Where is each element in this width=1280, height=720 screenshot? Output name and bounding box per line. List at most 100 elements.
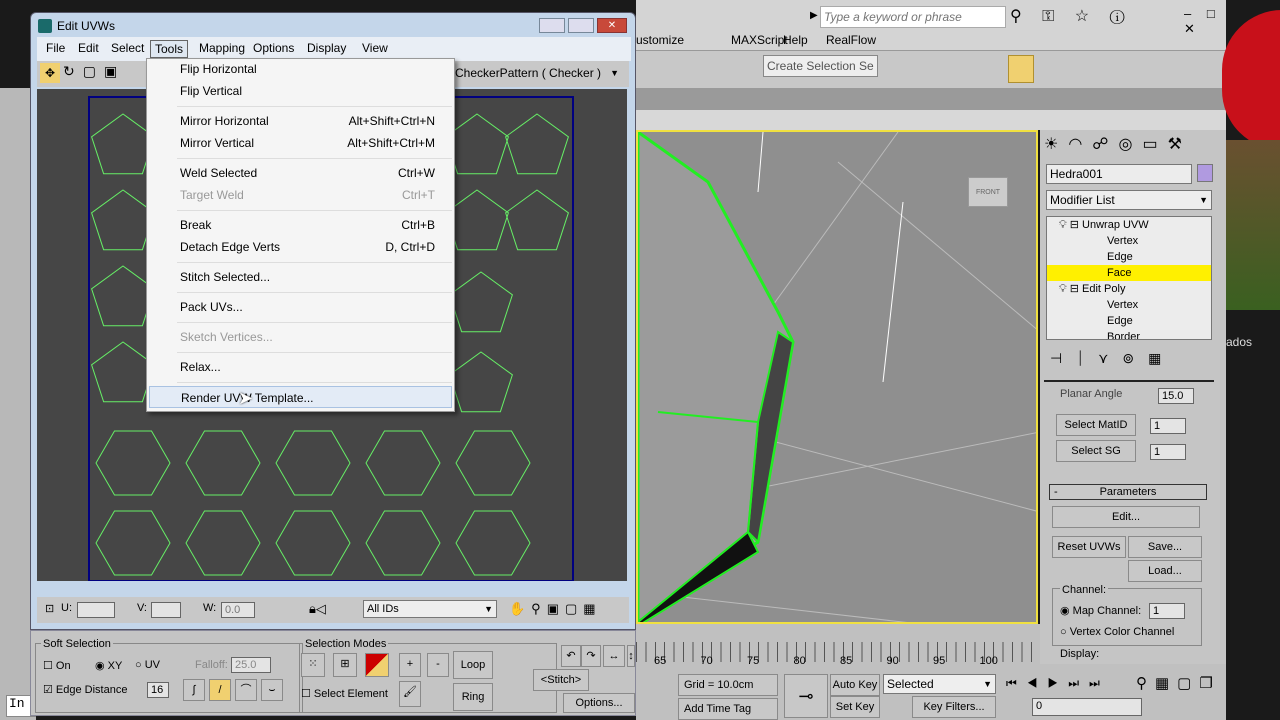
uv-menu-view[interactable]: View	[358, 40, 392, 56]
key-filters-button[interactable]: Key Filters...	[912, 696, 996, 718]
stack-item[interactable]: 💡︎ ⊟ Edit Poly	[1047, 281, 1211, 297]
falloff-field[interactable]: 25.0	[231, 657, 271, 673]
vertex-color-channel-radio[interactable]: ○ Vertex Color Channel	[1060, 626, 1174, 638]
tools-menu-item[interactable]: Flip Vertical	[147, 80, 454, 102]
stack-item[interactable]: 💡︎ ⊟ Unwrap UVW	[1047, 217, 1211, 233]
planar-angle-field[interactable]: 15.0	[1158, 388, 1194, 404]
playback-controls[interactable]: ⏮◀▶⏭⏭	[1006, 676, 1110, 691]
perspective-viewport[interactable]: FRONT	[636, 130, 1038, 624]
lock-icon[interactable]: 🔒︎◁	[309, 601, 326, 617]
uv-menu-select[interactable]: Select	[107, 40, 148, 56]
uv-menu-options[interactable]: Options	[249, 40, 298, 56]
uv-menu-edit[interactable]: Edit	[74, 40, 103, 56]
time-ruler[interactable]	[636, 642, 1036, 662]
lightbulb-icon[interactable]: 💡︎ ⊟	[1059, 283, 1082, 295]
uv-menu-file[interactable]: File	[42, 40, 69, 56]
stitch-button[interactable]: <Stitch>	[533, 669, 589, 691]
parameters-rollout-header[interactable]: - Parameters	[1049, 484, 1207, 500]
set-key-button[interactable]: Set Key	[830, 696, 880, 718]
tools-menu-item[interactable]: Weld Selected Ctrl+W	[147, 162, 454, 184]
v-field[interactable]	[151, 602, 181, 618]
tools-menu-item[interactable]: Flip Horizontal	[147, 58, 454, 80]
select-matid-button[interactable]: Select MatID	[1056, 414, 1136, 436]
viewcube[interactable]: FRONT	[968, 177, 1008, 207]
auto-key-button[interactable]: Auto Key	[830, 674, 880, 696]
xy-radio[interactable]: ◉ XY	[95, 659, 122, 672]
toolbar-icons[interactable]: ⚲ ⚿ ☆ ⓘ	[1010, 6, 1133, 26]
tools-menu-item[interactable]: Mirror Vertical Alt+Shift+Ctrl+M	[147, 132, 454, 154]
modifier-list-dropdown[interactable]: Modifier List ▼	[1046, 190, 1212, 210]
minimize-button[interactable]	[539, 18, 565, 33]
tools-menu-item[interactable]: Target Weld Ctrl+T	[147, 184, 454, 206]
options-button[interactable]: Options...	[563, 693, 635, 713]
select-element-checkbox[interactable]: ☐ Select Element	[301, 687, 388, 700]
uv-radio[interactable]: ○ UV	[135, 659, 160, 671]
grow-selection-button[interactable]: +	[399, 653, 421, 677]
rotate-cw-icon[interactable]: ↷	[581, 645, 601, 667]
selection-set-dropdown[interactable]: Create Selection Se	[763, 55, 878, 77]
stack-item[interactable]: Vertex	[1047, 297, 1211, 313]
modifier-stack[interactable]: 💡︎ ⊟ Unwrap UVW Vertex Edge Face 💡︎ ⊟ Edit P…	[1046, 216, 1212, 340]
save-button[interactable]: Save...	[1128, 536, 1202, 558]
command-panel-tabs[interactable]: ☀◠☍◎▭⚒	[1044, 134, 1192, 154]
sg-field[interactable]: 1	[1150, 444, 1186, 460]
close-button[interactable]: ✕	[597, 18, 627, 33]
window-controls[interactable]: – □ ✕	[1184, 6, 1226, 37]
falloff-linear-button[interactable]: /	[209, 679, 231, 701]
tools-menu-item[interactable]: Stitch Selected...	[147, 266, 454, 288]
select-sg-button[interactable]: Select SG	[1056, 440, 1136, 462]
ring-button[interactable]: Ring	[453, 683, 493, 711]
soft-selection-on-checkbox[interactable]: ☐ On	[43, 659, 71, 672]
tools-menu-item[interactable]: Break Ctrl+B	[147, 214, 454, 236]
absolute-mode-icon[interactable]: ⊡	[45, 602, 54, 615]
lightbulb-icon[interactable]: 💡︎ ⊟	[1059, 219, 1082, 231]
w-field[interactable]: 0.0	[221, 602, 255, 618]
vertical-align-icon[interactable]: ↕	[627, 645, 635, 667]
tools-menu-item[interactable]: Pack UVs...	[147, 296, 454, 318]
uv-menu-tools[interactable]: Tools	[150, 40, 189, 58]
key-icon[interactable]: ⊸	[784, 674, 828, 718]
tools-menu-item[interactable]: Detach Edge Verts D, Ctrl+D	[147, 236, 454, 258]
transform-icons[interactable]: ↻▢▣	[63, 63, 125, 80]
maximize-button[interactable]	[568, 18, 594, 33]
stack-item[interactable]: Edge	[1047, 249, 1211, 265]
stack-tools-icons[interactable]: ⊣⏐⋎⊚▦	[1050, 350, 1175, 367]
shrink-selection-button[interactable]: -	[427, 653, 449, 677]
uv-menu-mapping[interactable]: Mapping	[195, 40, 249, 56]
move-icon[interactable]: ✥	[40, 63, 60, 83]
search-input[interactable]	[820, 6, 1006, 28]
edge-distance-field[interactable]: 16	[147, 682, 169, 698]
menu-realflow[interactable]: RealFlow	[826, 33, 876, 47]
menu-help[interactable]: Help	[783, 33, 808, 47]
texture-dropdown[interactable]: CheckerPattern ( Checker ) ▼	[455, 63, 625, 83]
load-button[interactable]: Load...	[1128, 560, 1202, 582]
falloff-smooth-button[interactable]: ∫	[183, 679, 205, 701]
uv-menu-display[interactable]: Display	[303, 40, 350, 56]
stack-item[interactable]: Vertex	[1047, 233, 1211, 249]
edit-button[interactable]: Edit...	[1052, 506, 1200, 528]
tools-menu-item[interactable]: Mirror Horizontal Alt+Shift+Ctrl+N	[147, 110, 454, 132]
key-mode-dropdown[interactable]: Selected ▼	[883, 674, 996, 694]
current-frame-field[interactable]: 0	[1032, 698, 1142, 716]
u-field[interactable]	[77, 602, 115, 618]
tools-menu-item[interactable]: Sketch Vertices...	[147, 326, 454, 348]
falloff-fast-button[interactable]: ⌣	[261, 679, 283, 701]
map-channel-radio[interactable]: ◉ Map Channel:	[1060, 604, 1141, 617]
face-mode-button[interactable]	[365, 653, 389, 677]
horizontal-align-icon[interactable]: ↔	[603, 645, 625, 667]
active-toolbar-button[interactable]	[1008, 55, 1034, 83]
paint-select-icon[interactable]: 🖌︎	[399, 681, 421, 707]
rotate-ccw-icon[interactable]: ↶	[561, 645, 581, 667]
menu-customize[interactable]: ustomize	[636, 33, 684, 47]
vertex-mode-button[interactable]: ⁙	[301, 653, 325, 677]
tools-menu-item[interactable]: Render UVW Template...	[149, 386, 452, 408]
viewport-navigation-icons[interactable]: ⚲▦▢❐	[1136, 674, 1221, 692]
loop-button[interactable]: Loop	[453, 651, 493, 679]
menu-maxscript[interactable]: MAXScript	[731, 33, 788, 47]
tools-menu-item[interactable]: Relax...	[147, 356, 454, 378]
matid-field[interactable]: 1	[1150, 418, 1186, 434]
stack-item[interactable]: Face	[1047, 265, 1211, 281]
stack-item[interactable]: Edge	[1047, 313, 1211, 329]
reset-uvws-button[interactable]: Reset UVWs	[1052, 536, 1126, 558]
edge-mode-button[interactable]: ⊞	[333, 653, 357, 677]
